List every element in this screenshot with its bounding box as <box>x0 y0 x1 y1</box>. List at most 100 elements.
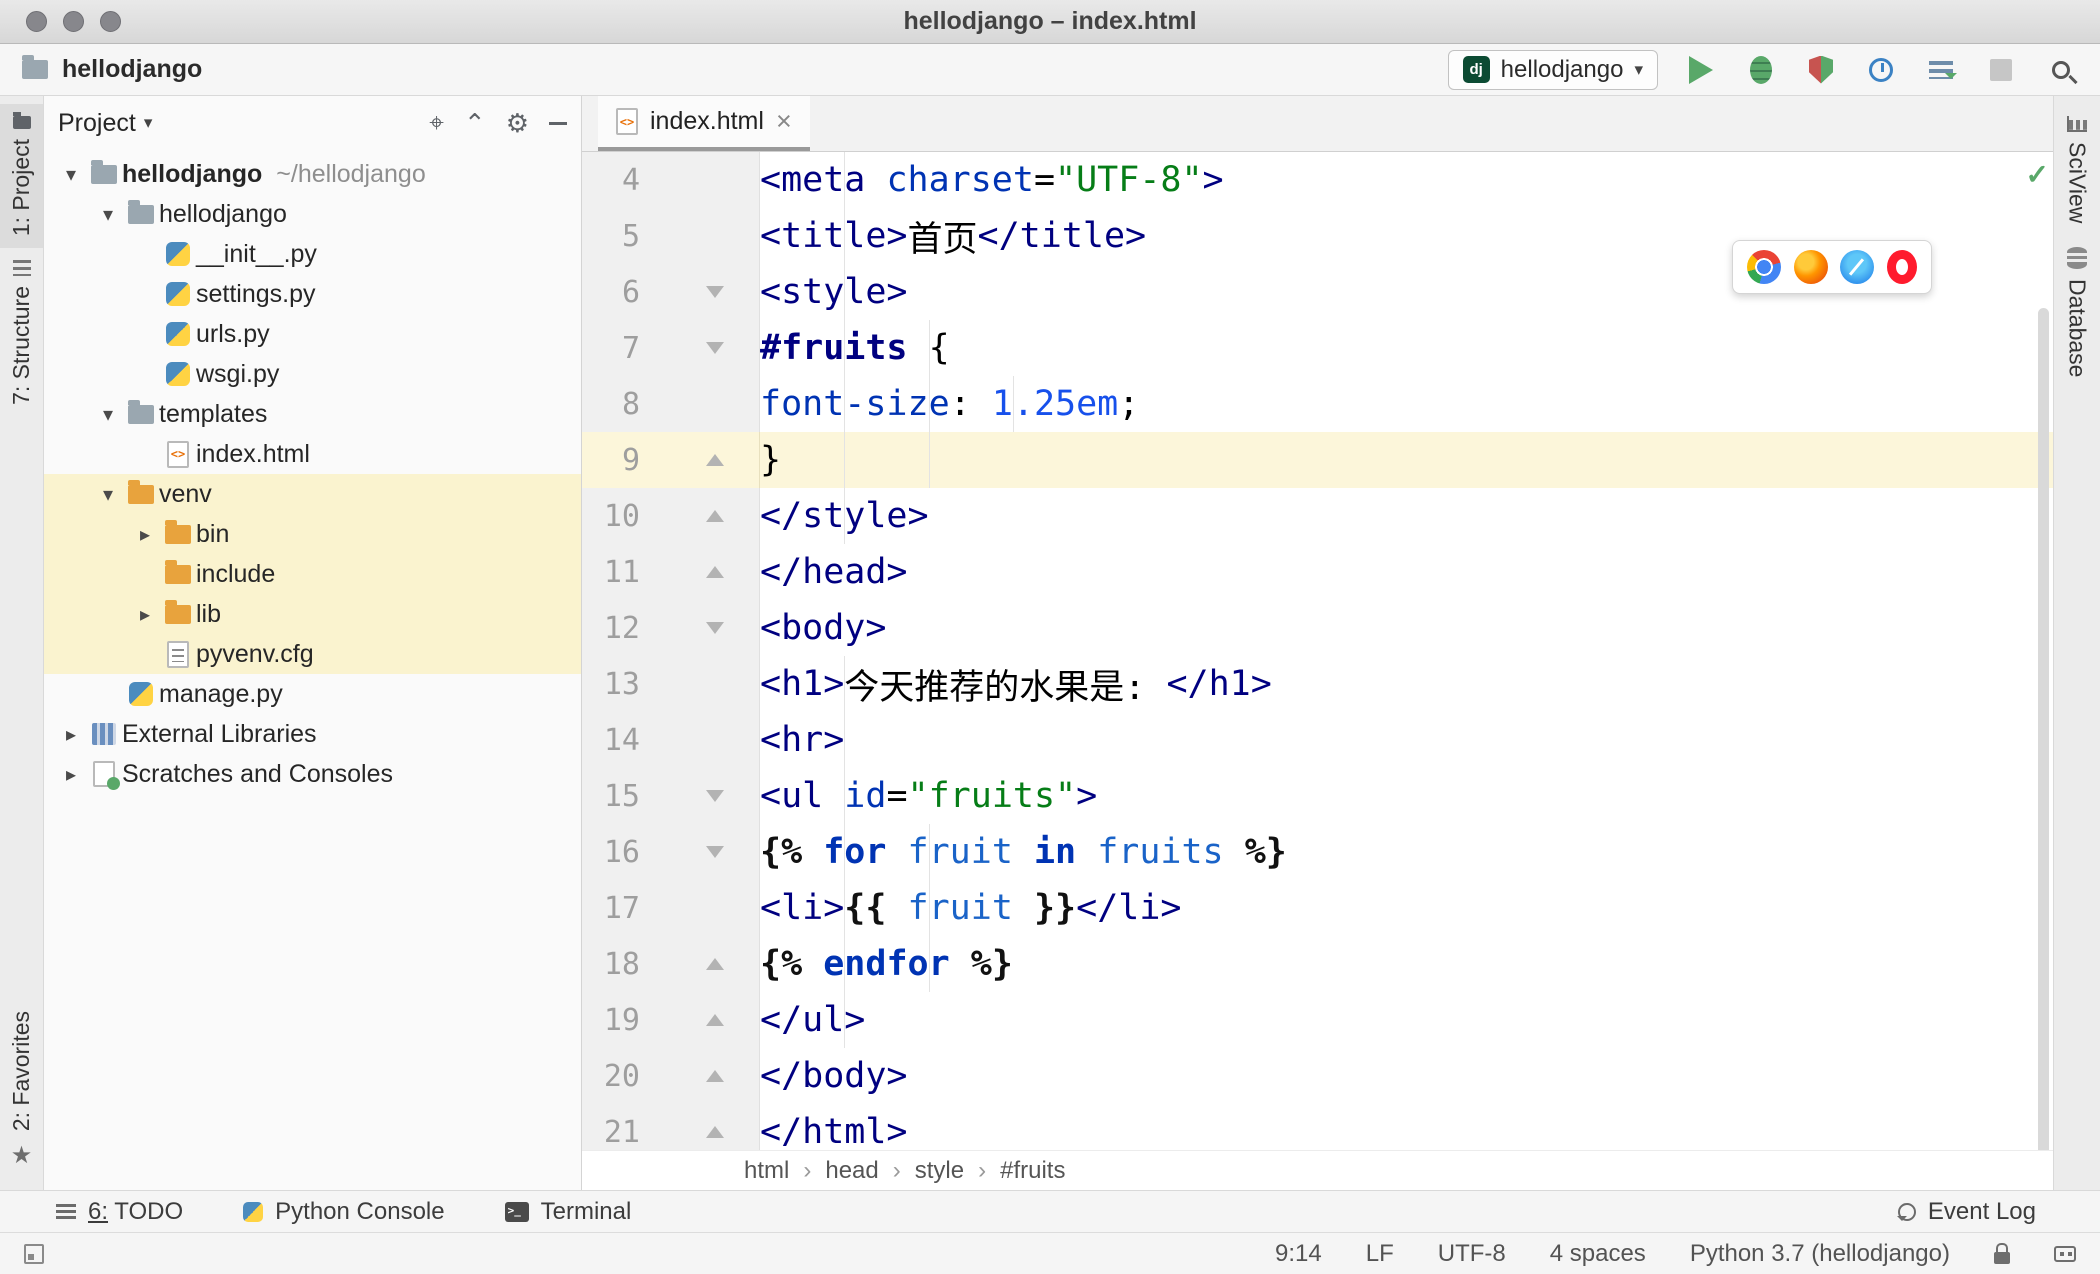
toggle-toolwindows-icon[interactable] <box>24 1243 44 1264</box>
python-interpreter[interactable]: Python 3.7 (hellodjango) <box>1690 1240 1950 1268</box>
fold-end-icon[interactable] <box>706 1014 724 1026</box>
run-button[interactable] <box>1684 53 1718 87</box>
project-panel-title[interactable]: Project <box>58 109 136 138</box>
code-line-9[interactable]: 9 } <box>582 432 2053 488</box>
scrollbar-thumb[interactable] <box>2038 308 2049 1150</box>
python-console-button[interactable]: Python Console <box>243 1198 445 1226</box>
file-encoding[interactable]: UTF-8 <box>1438 1240 1506 1268</box>
tree-item-hellodjango[interactable]: ▾ hellodjango ~/hellodjango <box>44 154 581 194</box>
tree-item-templates[interactable]: ▾ templates <box>44 394 581 434</box>
terminal-button[interactable]: Terminal <box>504 1198 631 1226</box>
fold-start-icon[interactable] <box>706 342 724 354</box>
fold-end-icon[interactable] <box>706 1126 724 1138</box>
tool-window-favorites-button[interactable]: 2: Favorites ★ <box>0 999 43 1182</box>
tree-item-settings-py[interactable]: settings.py <box>44 274 581 314</box>
zoom-button[interactable] <box>100 11 121 32</box>
code-line-21[interactable]: 21 </html> <box>582 1104 2053 1150</box>
tree-item-venv[interactable]: ▾ venv <box>44 474 581 514</box>
tree-item-pyvenv-cfg[interactable]: pyvenv.cfg <box>44 634 581 674</box>
breadcrumb-html[interactable]: html <box>744 1157 789 1185</box>
tab-close-icon[interactable]: × <box>776 108 792 135</box>
code-line-4[interactable]: 4 <meta charset = "UTF-8" > <box>582 152 2053 208</box>
code-line-15[interactable]: 15 <ul id = "fruits" > <box>582 768 2053 824</box>
fold-end-icon[interactable] <box>706 958 724 970</box>
chevron-down-icon[interactable]: ▾ <box>144 113 153 133</box>
hide-panel-icon[interactable] <box>549 121 567 125</box>
fold-end-icon[interactable] <box>706 510 724 522</box>
code-line-10[interactable]: 10 </style> <box>582 488 2053 544</box>
tree-item-lib[interactable]: ▸ lib <box>44 594 581 634</box>
fold-start-icon[interactable] <box>706 846 724 858</box>
tool-window-project-button[interactable]: 1: Project <box>0 104 43 249</box>
fold-start-icon[interactable] <box>706 622 724 634</box>
event-log-button[interactable]: Event Log <box>1896 1198 2036 1226</box>
chevron-right-icon[interactable]: ▸ <box>56 762 86 787</box>
chevron-right-icon[interactable]: ▸ <box>56 722 86 747</box>
tree-item-manage-py[interactable]: manage.py <box>44 674 581 714</box>
code-line-17[interactable]: 17 <li>{{ fruit }} </li> <box>582 880 2053 936</box>
chevron-down-icon[interactable]: ▾ <box>93 202 123 227</box>
indent-setting[interactable]: 4 spaces <box>1550 1240 1646 1268</box>
debug-button[interactable] <box>1744 53 1778 87</box>
chevron-down-icon[interactable]: ▾ <box>56 162 86 187</box>
chevron-down-icon[interactable]: ▾ <box>93 402 123 427</box>
breadcrumb-fruits[interactable]: #fruits <box>1000 1157 1065 1185</box>
chevron-right-icon[interactable]: ▸ <box>130 522 160 547</box>
code-editor[interactable]: 4 <meta charset = "UTF-8" >5 <title> 首页 </tit… <box>582 152 2053 1150</box>
editor-scrollbar[interactable] <box>2036 152 2051 1150</box>
tree-item-init-py[interactable]: __init__.py <box>44 234 581 274</box>
fold-end-icon[interactable] <box>706 566 724 578</box>
firefox-icon[interactable] <box>1793 250 1828 284</box>
stop-button[interactable] <box>1984 53 2018 87</box>
breadcrumb-style[interactable]: style <box>915 1157 964 1185</box>
tree-item-wsgi-py[interactable]: wsgi.py <box>44 354 581 394</box>
chrome-icon[interactable] <box>1747 250 1782 284</box>
settings-gear-icon[interactable]: ⚙ <box>506 108 529 139</box>
tree-item-scratches-and-consoles[interactable]: ▸ Scratches and Consoles <box>44 754 581 794</box>
code-line-16[interactable]: 16 {% for fruit in fruits %} <box>582 824 2053 880</box>
chevron-down-icon[interactable]: ▾ <box>93 482 123 507</box>
todo-tool-button[interactable]: 6: TODO <box>56 1198 183 1226</box>
fold-end-icon[interactable] <box>706 454 724 466</box>
fold-end-icon[interactable] <box>706 1070 724 1082</box>
tool-window-sciview-button[interactable]: SciView <box>2054 104 2100 235</box>
search-everywhere-button[interactable] <box>2044 53 2078 87</box>
code-line-12[interactable]: 12 <body> <box>582 600 2053 656</box>
toolbar-project-name[interactable]: hellodjango <box>62 55 202 84</box>
fold-start-icon[interactable] <box>706 790 724 802</box>
close-button[interactable] <box>26 11 47 32</box>
tree-item-hellodjango[interactable]: ▾ hellodjango <box>44 194 581 234</box>
profile-button[interactable] <box>1864 53 1898 87</box>
fold-start-icon[interactable] <box>706 286 724 298</box>
code-line-11[interactable]: 11 </head> <box>582 544 2053 600</box>
tool-window-structure-button[interactable]: 7: Structure <box>0 248 43 417</box>
line-separator[interactable]: LF <box>1366 1240 1394 1268</box>
lock-icon[interactable] <box>1994 1242 2010 1264</box>
tree-item-urls-py[interactable]: urls.py <box>44 314 581 354</box>
tree-item-external-libraries[interactable]: ▸ External Libraries <box>44 714 581 754</box>
concurrency-diagram-button[interactable] <box>1924 53 1958 87</box>
code-line-20[interactable]: 20 </body> <box>582 1048 2053 1104</box>
caret-position[interactable]: 9:14 <box>1275 1240 1322 1268</box>
run-configuration-selector[interactable]: dj hellodjango ▾ <box>1447 49 1658 90</box>
chevron-right-icon[interactable]: ▸ <box>130 602 160 627</box>
code-line-8[interactable]: 8 font-size: 1.25em; <box>582 376 2053 432</box>
code-line-19[interactable]: 19 </ul> <box>582 992 2053 1048</box>
minimize-button[interactable] <box>63 11 84 32</box>
opera-icon[interactable] <box>1886 250 1917 284</box>
collapse-all-icon[interactable]: ⌃ <box>464 108 486 139</box>
tool-window-database-button[interactable]: Database <box>2054 235 2100 389</box>
code-line-18[interactable]: 18 {% endfor %} <box>582 936 2053 992</box>
run-with-coverage-button[interactable] <box>1804 53 1838 87</box>
code-line-7[interactable]: 7 #fruits { <box>582 320 2053 376</box>
tree-item-bin[interactable]: ▸ bin <box>44 514 581 554</box>
reader-mode-icon[interactable] <box>2054 1245 2076 1262</box>
safari-icon[interactable] <box>1840 250 1875 284</box>
code-line-13[interactable]: 13 <h1> 今天推荐的水果是: </h1> <box>582 656 2053 712</box>
tree-item-index-html[interactable]: index.html <box>44 434 581 474</box>
tree-item-include[interactable]: include <box>44 554 581 594</box>
code-line-14[interactable]: 14 <hr> <box>582 712 2053 768</box>
breadcrumb-head[interactable]: head <box>825 1157 878 1185</box>
tab-index-html[interactable]: index.html × <box>598 96 810 151</box>
locate-file-icon[interactable]: ⌖ <box>429 107 444 139</box>
